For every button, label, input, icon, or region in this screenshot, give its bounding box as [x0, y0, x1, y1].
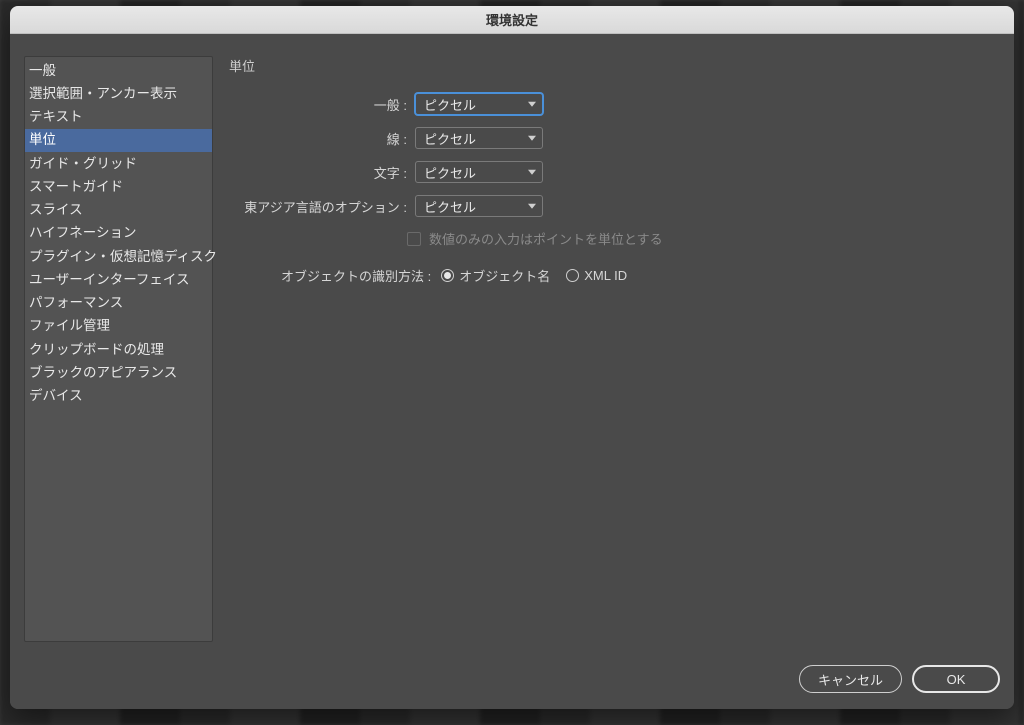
sidebar-item-7[interactable]: ハイフネーション [25, 222, 212, 245]
chevron-down-icon [528, 136, 536, 141]
row-numbers-only: 数値のみの入力はポイントを単位とする [407, 229, 769, 248]
radio-xml-id[interactable]: XML ID [566, 268, 627, 283]
sidebar-item-4[interactable]: ガイド・グリッド [25, 152, 212, 175]
row-text: 文字 : ピクセル [229, 161, 769, 183]
cancel-button[interactable]: キャンセル [799, 665, 902, 693]
sidebar-item-6[interactable]: スライス [25, 199, 212, 222]
sidebar-item-14[interactable]: デバイス [25, 385, 212, 408]
sidebar-item-10[interactable]: パフォーマンス [25, 292, 212, 315]
dialog-title: 環境設定 [486, 10, 538, 29]
radio-object-name[interactable]: オブジェクト名 [441, 266, 550, 285]
sidebar-item-0[interactable]: 一般 [25, 59, 212, 82]
select-general[interactable]: ピクセル [415, 93, 543, 115]
chevron-down-icon [528, 204, 536, 209]
select-general-value: ピクセル [424, 95, 476, 114]
label-text: 文字 : [229, 163, 407, 182]
section-title: 単位 [229, 56, 1000, 75]
preferences-dialog: 環境設定 一般選択範囲・アンカー表示テキスト単位ガイド・グリッドスマートガイドス… [10, 6, 1014, 709]
checkbox-numbers-only[interactable] [407, 232, 421, 246]
chevron-down-icon [528, 102, 536, 107]
sidebar-item-3[interactable]: 単位 [25, 129, 212, 152]
select-text-value: ピクセル [424, 163, 476, 182]
sidebar: 一般選択範囲・アンカー表示テキスト単位ガイド・グリッドスマートガイドスライスハイ… [24, 56, 213, 642]
select-line-value: ピクセル [424, 129, 476, 148]
checkbox-numbers-only-label: 数値のみの入力はポイントを単位とする [429, 229, 663, 248]
radio-icon [566, 269, 579, 282]
label-east-asian: 東アジア言語のオプション : [229, 197, 407, 216]
radio-icon [441, 269, 454, 282]
select-east-asian-value: ピクセル [424, 197, 476, 216]
dialog-footer: キャンセル OK [10, 659, 1014, 709]
row-general: 一般 : ピクセル [229, 93, 769, 115]
row-line: 線 : ピクセル [229, 127, 769, 149]
sidebar-item-2[interactable]: テキスト [25, 106, 212, 129]
ok-button[interactable]: OK [912, 665, 1000, 693]
units-form: 一般 : ピクセル 線 : ピクセル 文字 : ピ [229, 93, 769, 285]
select-east-asian[interactable]: ピクセル [415, 195, 543, 217]
dialog-body: 一般選択範囲・アンカー表示テキスト単位ガイド・グリッドスマートガイドスライスハイ… [10, 34, 1014, 659]
content-pane: 単位 一般 : ピクセル 線 : ピクセル [229, 56, 1000, 645]
chevron-down-icon [528, 170, 536, 175]
sidebar-item-8[interactable]: プラグイン・仮想記憶ディスク [25, 245, 212, 268]
select-line[interactable]: ピクセル [415, 127, 543, 149]
row-east-asian: 東アジア言語のオプション : ピクセル [229, 195, 769, 217]
label-general: 一般 : [229, 95, 407, 114]
sidebar-item-11[interactable]: ファイル管理 [25, 315, 212, 338]
select-text[interactable]: ピクセル [415, 161, 543, 183]
label-line: 線 : [229, 129, 407, 148]
sidebar-item-13[interactable]: ブラックのアピアランス [25, 361, 212, 384]
row-identify: オブジェクトの識別方法 : オブジェクト名 XML ID [281, 266, 769, 285]
sidebar-item-12[interactable]: クリップボードの処理 [25, 338, 212, 361]
label-identify: オブジェクトの識別方法 : [281, 266, 431, 285]
radio-object-name-label: オブジェクト名 [459, 266, 550, 285]
radio-xml-id-label: XML ID [584, 268, 627, 283]
sidebar-item-1[interactable]: 選択範囲・アンカー表示 [25, 82, 212, 105]
sidebar-item-5[interactable]: スマートガイド [25, 175, 212, 198]
dialog-titlebar: 環境設定 [10, 6, 1014, 34]
sidebar-item-9[interactable]: ユーザーインターフェイス [25, 268, 212, 291]
